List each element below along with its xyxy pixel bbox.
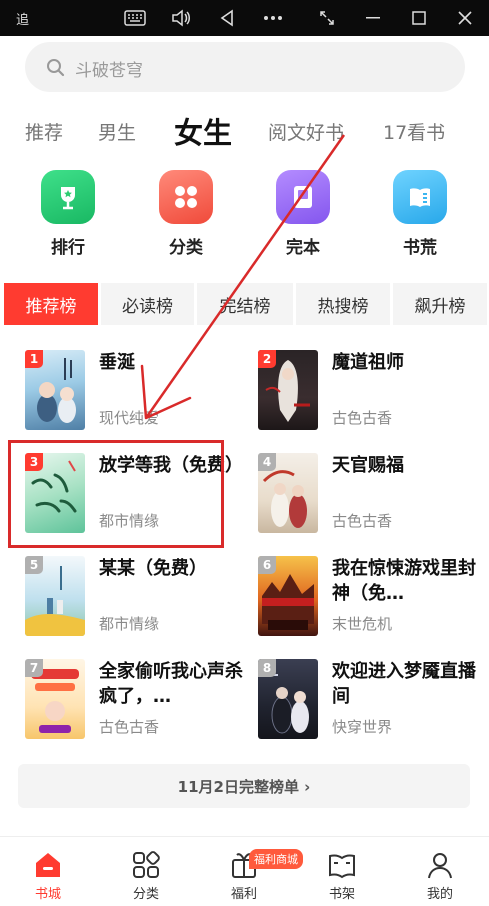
tab-male[interactable]: 男生 (98, 118, 136, 145)
profile-icon (424, 849, 456, 881)
maximize-icon[interactable] (408, 7, 430, 29)
book-title: 天官赐福 (332, 455, 404, 476)
nav-profile[interactable]: 我的 (410, 837, 470, 906)
rank-badge: 5 (25, 556, 43, 574)
entry-book-shortage[interactable]: 书荒 (385, 170, 455, 258)
rank-tab-recommend[interactable]: 推荐榜 (4, 283, 98, 325)
search-placeholder: 斗破苍穹 (75, 61, 143, 81)
entry-complete-label: 完本 (286, 238, 320, 258)
nav-bookstore[interactable]: 书城 (18, 837, 78, 906)
entry-complete[interactable]: 完本 (268, 170, 338, 258)
book-genre: 古色古香 (332, 512, 393, 530)
rank-tab-rising[interactable]: 飙升榜 (393, 283, 487, 325)
close-icon[interactable] (454, 7, 476, 29)
nav-welfare[interactable]: 福利 (214, 837, 274, 906)
book-item[interactable]: 2 魔道祖师 古色古香 (258, 350, 488, 434)
category-grid-icon (159, 170, 213, 224)
keyboard-icon[interactable] (124, 7, 146, 29)
nav-category[interactable]: 分类 (116, 837, 176, 906)
rank-tab-must-read[interactable]: 必读榜 (101, 283, 194, 325)
book-title: 全家偷听我心声杀疯了，… (99, 661, 243, 707)
entry-category-label: 分类 (169, 238, 203, 258)
book-genre: 快穿世界 (332, 718, 393, 736)
book-genre: 末世危机 (332, 615, 393, 633)
resize-icon[interactable] (316, 7, 338, 29)
tab-yuewen-good-books[interactable]: 阅文好书 (268, 118, 344, 145)
book-item[interactable]: 4 天官赐福 古色古香 (258, 453, 488, 537)
tab-17kanshu[interactable]: 17看书 (383, 118, 445, 145)
rank-tab-hot-search[interactable]: 热搜榜 (296, 283, 390, 325)
nav-bookshelf[interactable]: 书架 (312, 837, 372, 906)
rank-badge: 7 (25, 659, 43, 677)
entry-ranking-label: 排行 (51, 238, 85, 258)
book-item[interactable]: 6 我在惊悚游戏里封神（免… 末世危机 (258, 556, 488, 640)
search-icon (45, 57, 67, 79)
nav-profile-label: 我的 (426, 887, 453, 902)
book-complete-icon (276, 170, 330, 224)
book-title: 魔道祖师 (332, 352, 404, 373)
book-title: 欢迎进入梦魇直播间 (332, 661, 476, 707)
book-genre: 现代纯爱 (99, 409, 160, 427)
app-name: 追 (16, 13, 30, 28)
book-title: 我在惊悚游戏里封神（免… (332, 558, 476, 604)
rank-badge: 2 (258, 350, 276, 368)
entry-book-shortage-label: 书荒 (403, 238, 437, 258)
nav-bookstore-label: 书城 (34, 887, 61, 902)
nav-bookshelf-label: 书架 (328, 887, 355, 902)
book-item[interactable]: 8 欢迎进入梦魇直播间 快穿世界 (258, 659, 488, 743)
welfare-mall-badge[interactable]: 福利商城 (249, 849, 303, 869)
book-title: 某某（免费） (99, 558, 207, 579)
book-title: 垂涎 (99, 352, 135, 373)
home-icon (32, 849, 64, 881)
tab-recommend[interactable]: 推荐 (25, 118, 63, 145)
back-icon[interactable] (216, 7, 238, 29)
minimize-icon[interactable] (362, 7, 384, 29)
nav-welfare-label: 福利 (230, 887, 257, 902)
book-item[interactable]: 5 某某（免费） 都市情缘 (25, 556, 255, 640)
rank-tab-finished[interactable]: 完结榜 (197, 283, 293, 325)
book-genre: 古色古香 (332, 409, 393, 427)
entry-ranking[interactable]: 排行 (33, 170, 103, 258)
book-item[interactable]: 7 全家偷听我心声杀疯了，… 古色古香 (25, 659, 255, 743)
category-icon (130, 849, 162, 881)
volume-icon[interactable] (170, 7, 192, 29)
book-item[interactable]: 1 垂涎 现代纯爱 (25, 350, 255, 434)
rank-badge: 3 (25, 453, 43, 471)
book-genre: 都市情缘 (99, 615, 160, 633)
bookshelf-icon (326, 849, 358, 881)
more-icon[interactable] (262, 7, 284, 29)
rank-badge: 4 (258, 453, 276, 471)
open-book-icon (393, 170, 447, 224)
tab-female[interactable]: 女生 (174, 110, 232, 152)
entry-category[interactable]: 分类 (151, 170, 221, 258)
full-ranking-list-button[interactable]: 11月2日完整榜单 › (18, 764, 470, 808)
rank-badge: 6 (258, 556, 276, 574)
nav-category-label: 分类 (132, 887, 159, 902)
rank-badge: 8 (258, 659, 276, 677)
trophy-icon (41, 170, 95, 224)
rank-badge: 1 (25, 350, 43, 368)
bottom-nav: 书城 分类 福利 书架 我的 (0, 836, 489, 906)
search-bar[interactable]: 斗破苍穹 (25, 42, 465, 92)
rank-tabs: 推荐榜 必读榜 完结榜 热搜榜 飙升榜 (0, 283, 489, 325)
window-title-bar: 追 (0, 0, 489, 36)
book-genre: 古色古香 (99, 718, 160, 736)
